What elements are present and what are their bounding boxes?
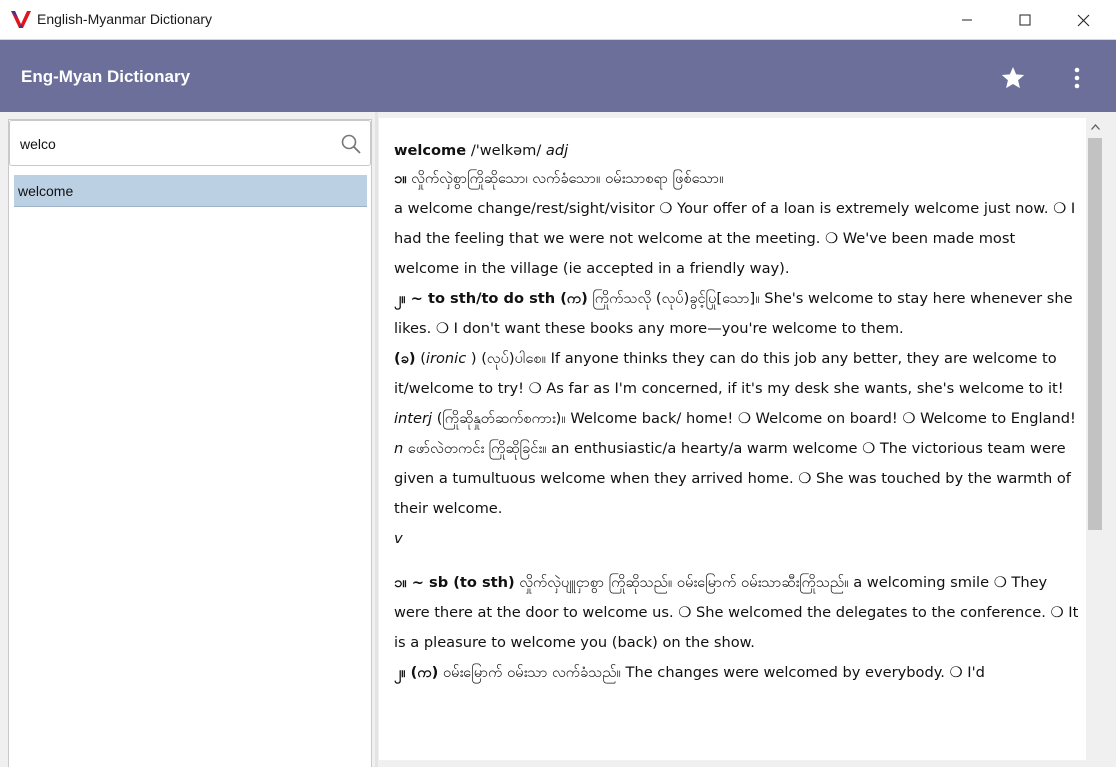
sense-verb-1: ၁။ ~ sb (to sth) လှိုက်လှဲပျူငှာစွာ ကြို…	[394, 568, 1084, 658]
more-vert-icon	[1074, 67, 1080, 89]
sense-label: ၁။ ~ sb (to sth)	[394, 574, 515, 591]
sense-adj-2b: (ခ) (ironic ) (လုပ်)ပါစေ။ If anyone thin…	[394, 350, 1064, 397]
part-of-speech-interj: interj	[394, 410, 433, 427]
scroll-up-button[interactable]	[1086, 118, 1104, 136]
sense-text: ဖော်လဲတကင်း ကြိုဆိုခြင်း။ an enthusiasti…	[394, 440, 1071, 517]
sense-noun: n ဖော်လဲတကင်း ကြိုဆိုခြင်း။ an enthusias…	[394, 434, 1084, 524]
definition-panel: welcome /'welkəm/ adj ၁။ လှိုက်လှဲစွာကြိ…	[379, 118, 1086, 760]
verb-label: v	[394, 530, 403, 547]
chevron-up-icon	[1090, 124, 1100, 130]
window-title: English-Myanmar Dictionary	[37, 11, 213, 27]
star-icon	[1001, 66, 1025, 89]
search-input[interactable]	[20, 133, 320, 155]
result-item-label: welcome	[18, 183, 74, 199]
left-panel: welcome	[0, 112, 375, 767]
sense-adj-2: ၂။ ~ to sth/to do sth (က) ကြိုက်သလို (လု…	[394, 284, 1084, 344]
favorite-button[interactable]	[996, 62, 1030, 94]
close-icon	[1077, 14, 1089, 26]
sense-verb-2: ၂။ (က) ဝမ်းမြောက် ဝမ်းသာ လက်ခံသည်။ The c…	[394, 658, 1084, 688]
scrollbar-thumb[interactable]	[1088, 138, 1102, 530]
app-bar: Eng-Myan Dictionary	[0, 40, 1116, 112]
minimize-icon	[962, 19, 972, 21]
sense-adj-1-examples: a welcome change/rest/sight/visitor ❍ Yo…	[394, 200, 1076, 277]
search-icon[interactable]	[340, 133, 362, 155]
maximize-icon	[1019, 14, 1031, 26]
part-of-speech-adj: adj	[545, 142, 569, 159]
pronunciation: /'welkəm/	[470, 142, 542, 159]
sense-myanmar: လှိုက်လှဲစွာကြိုဆိုသော၊ လက်ခံသော။ ဝမ်းသာ…	[411, 170, 724, 187]
dictionary-entry: welcome /'welkəm/ adj ၁။ လှိုက်လှဲစွာကြိ…	[394, 138, 1084, 688]
app-title: Eng-Myan Dictionary	[21, 67, 191, 86]
window-titlebar: English-Myanmar Dictionary	[0, 0, 1116, 40]
sense-number: ၁။	[394, 170, 407, 187]
close-button[interactable]	[1060, 0, 1106, 40]
panel-divider[interactable]	[375, 112, 378, 767]
more-options-button[interactable]	[1064, 62, 1090, 94]
part-of-speech-verb: v	[394, 524, 1084, 554]
headword: welcome	[394, 142, 467, 159]
sense-text: ဝမ်းမြောက် ဝမ်းသာ လက်ခံသည်။ The changes …	[442, 664, 985, 681]
part-of-speech-noun: n	[394, 440, 404, 457]
result-item-welcome[interactable]: welcome	[14, 175, 367, 207]
sense-label: ၂။ ~ to sth/to do sth (က)	[394, 290, 588, 307]
word-list-panel: welcome	[8, 119, 372, 767]
window-edge	[1104, 112, 1116, 767]
sense-adj-1: ၁။ လှိုက်လှဲစွာကြိုဆိုသော၊ လက်ခံသော။ ဝမ်…	[394, 164, 1084, 194]
sense-interj: interj (ကြိုဆိုနှုတ်ဆက်စကား)။ Welcome ba…	[394, 404, 1084, 434]
entry-header: welcome /'welkəm/ adj	[394, 138, 1084, 164]
search-box	[9, 120, 371, 166]
minimize-button[interactable]	[944, 0, 990, 40]
maximize-button[interactable]	[1002, 0, 1048, 40]
sense-text: (လုပ်)ပါစေ။ If anyone thinks they can do…	[394, 350, 1064, 397]
app-logo-icon	[11, 11, 31, 28]
sense-label: ၂။ (က)	[394, 664, 439, 681]
sense-text: (ကြိုဆိုနှုတ်ဆက်စကား)။ Welcome back/ hom…	[436, 410, 1076, 427]
usage-label: ironic	[425, 350, 467, 367]
sense-label: (ခ)	[394, 350, 416, 367]
